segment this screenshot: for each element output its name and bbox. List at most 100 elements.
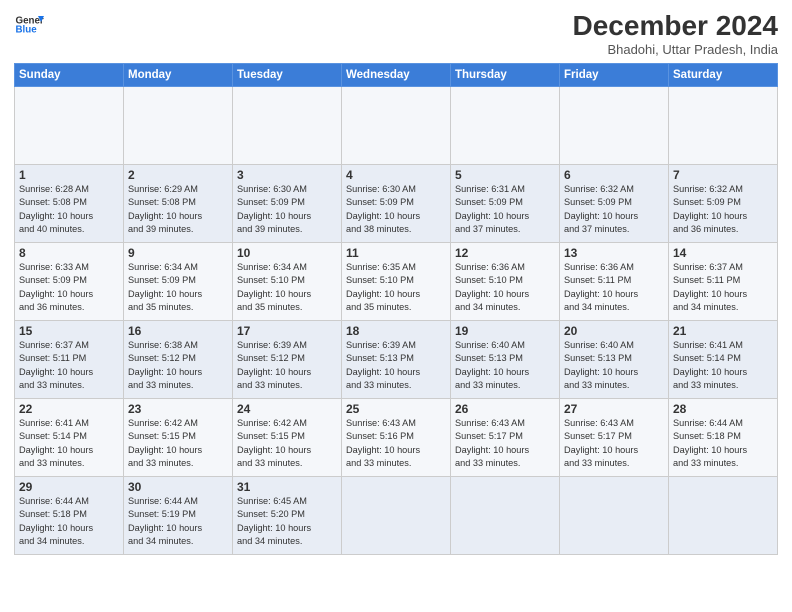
day-number: 18 [346, 324, 446, 338]
day-number: 24 [237, 402, 337, 416]
day-cell: 12Sunrise: 6:36 AMSunset: 5:10 PMDayligh… [451, 243, 560, 321]
day-cell: 2Sunrise: 6:29 AMSunset: 5:08 PMDaylight… [124, 165, 233, 243]
day-cell [233, 87, 342, 165]
day-number: 20 [564, 324, 664, 338]
day-cell: 24Sunrise: 6:42 AMSunset: 5:15 PMDayligh… [233, 399, 342, 477]
day-cell: 30Sunrise: 6:44 AMSunset: 5:19 PMDayligh… [124, 477, 233, 555]
col-header-monday: Monday [124, 64, 233, 87]
day-info: Sunrise: 6:30 AMSunset: 5:09 PMDaylight:… [237, 183, 337, 236]
logo-icon: General Blue [14, 10, 44, 40]
week-row-6: 29Sunrise: 6:44 AMSunset: 5:18 PMDayligh… [15, 477, 778, 555]
col-header-friday: Friday [560, 64, 669, 87]
day-info: Sunrise: 6:37 AMSunset: 5:11 PMDaylight:… [673, 261, 773, 314]
day-number: 4 [346, 168, 446, 182]
day-info: Sunrise: 6:43 AMSunset: 5:17 PMDaylight:… [564, 417, 664, 470]
day-number: 3 [237, 168, 337, 182]
day-number: 10 [237, 246, 337, 260]
title-area: December 2024 Bhadohi, Uttar Pradesh, In… [573, 10, 778, 57]
day-info: Sunrise: 6:45 AMSunset: 5:20 PMDaylight:… [237, 495, 337, 548]
day-number: 6 [564, 168, 664, 182]
day-number: 21 [673, 324, 773, 338]
week-row-1 [15, 87, 778, 165]
day-info: Sunrise: 6:43 AMSunset: 5:16 PMDaylight:… [346, 417, 446, 470]
day-info: Sunrise: 6:28 AMSunset: 5:08 PMDaylight:… [19, 183, 119, 236]
day-cell: 28Sunrise: 6:44 AMSunset: 5:18 PMDayligh… [669, 399, 778, 477]
day-cell: 26Sunrise: 6:43 AMSunset: 5:17 PMDayligh… [451, 399, 560, 477]
day-number: 16 [128, 324, 228, 338]
day-info: Sunrise: 6:39 AMSunset: 5:12 PMDaylight:… [237, 339, 337, 392]
day-number: 27 [564, 402, 664, 416]
day-info: Sunrise: 6:33 AMSunset: 5:09 PMDaylight:… [19, 261, 119, 314]
day-cell: 23Sunrise: 6:42 AMSunset: 5:15 PMDayligh… [124, 399, 233, 477]
day-info: Sunrise: 6:34 AMSunset: 5:09 PMDaylight:… [128, 261, 228, 314]
day-cell: 1Sunrise: 6:28 AMSunset: 5:08 PMDaylight… [15, 165, 124, 243]
day-info: Sunrise: 6:30 AMSunset: 5:09 PMDaylight:… [346, 183, 446, 236]
day-number: 17 [237, 324, 337, 338]
day-cell: 8Sunrise: 6:33 AMSunset: 5:09 PMDaylight… [15, 243, 124, 321]
day-cell: 31Sunrise: 6:45 AMSunset: 5:20 PMDayligh… [233, 477, 342, 555]
day-cell: 25Sunrise: 6:43 AMSunset: 5:16 PMDayligh… [342, 399, 451, 477]
day-cell: 18Sunrise: 6:39 AMSunset: 5:13 PMDayligh… [342, 321, 451, 399]
day-number: 2 [128, 168, 228, 182]
day-cell: 16Sunrise: 6:38 AMSunset: 5:12 PMDayligh… [124, 321, 233, 399]
day-info: Sunrise: 6:44 AMSunset: 5:18 PMDaylight:… [673, 417, 773, 470]
day-cell [669, 477, 778, 555]
day-cell: 7Sunrise: 6:32 AMSunset: 5:09 PMDaylight… [669, 165, 778, 243]
day-number: 19 [455, 324, 555, 338]
logo: General Blue [14, 10, 44, 40]
col-header-sunday: Sunday [15, 64, 124, 87]
day-cell: 22Sunrise: 6:41 AMSunset: 5:14 PMDayligh… [15, 399, 124, 477]
col-header-saturday: Saturday [669, 64, 778, 87]
week-row-2: 1Sunrise: 6:28 AMSunset: 5:08 PMDaylight… [15, 165, 778, 243]
day-cell [560, 87, 669, 165]
day-info: Sunrise: 6:36 AMSunset: 5:10 PMDaylight:… [455, 261, 555, 314]
day-number: 1 [19, 168, 119, 182]
week-row-4: 15Sunrise: 6:37 AMSunset: 5:11 PMDayligh… [15, 321, 778, 399]
day-info: Sunrise: 6:32 AMSunset: 5:09 PMDaylight:… [673, 183, 773, 236]
day-cell: 20Sunrise: 6:40 AMSunset: 5:13 PMDayligh… [560, 321, 669, 399]
day-info: Sunrise: 6:36 AMSunset: 5:11 PMDaylight:… [564, 261, 664, 314]
day-number: 14 [673, 246, 773, 260]
day-cell [451, 87, 560, 165]
day-info: Sunrise: 6:40 AMSunset: 5:13 PMDaylight:… [564, 339, 664, 392]
day-cell [342, 477, 451, 555]
week-row-5: 22Sunrise: 6:41 AMSunset: 5:14 PMDayligh… [15, 399, 778, 477]
day-info: Sunrise: 6:44 AMSunset: 5:18 PMDaylight:… [19, 495, 119, 548]
day-cell: 19Sunrise: 6:40 AMSunset: 5:13 PMDayligh… [451, 321, 560, 399]
day-info: Sunrise: 6:40 AMSunset: 5:13 PMDaylight:… [455, 339, 555, 392]
svg-text:Blue: Blue [16, 25, 38, 36]
day-info: Sunrise: 6:29 AMSunset: 5:08 PMDaylight:… [128, 183, 228, 236]
day-cell [342, 87, 451, 165]
day-cell: 29Sunrise: 6:44 AMSunset: 5:18 PMDayligh… [15, 477, 124, 555]
day-number: 7 [673, 168, 773, 182]
day-cell: 17Sunrise: 6:39 AMSunset: 5:12 PMDayligh… [233, 321, 342, 399]
day-cell: 14Sunrise: 6:37 AMSunset: 5:11 PMDayligh… [669, 243, 778, 321]
day-cell: 9Sunrise: 6:34 AMSunset: 5:09 PMDaylight… [124, 243, 233, 321]
day-info: Sunrise: 6:39 AMSunset: 5:13 PMDaylight:… [346, 339, 446, 392]
day-number: 15 [19, 324, 119, 338]
col-header-wednesday: Wednesday [342, 64, 451, 87]
day-number: 11 [346, 246, 446, 260]
day-info: Sunrise: 6:41 AMSunset: 5:14 PMDaylight:… [673, 339, 773, 392]
day-cell: 10Sunrise: 6:34 AMSunset: 5:10 PMDayligh… [233, 243, 342, 321]
day-info: Sunrise: 6:43 AMSunset: 5:17 PMDaylight:… [455, 417, 555, 470]
day-info: Sunrise: 6:34 AMSunset: 5:10 PMDaylight:… [237, 261, 337, 314]
day-cell: 21Sunrise: 6:41 AMSunset: 5:14 PMDayligh… [669, 321, 778, 399]
day-number: 26 [455, 402, 555, 416]
calendar-table: SundayMondayTuesdayWednesdayThursdayFrid… [14, 63, 778, 555]
day-number: 5 [455, 168, 555, 182]
col-header-thursday: Thursday [451, 64, 560, 87]
col-header-tuesday: Tuesday [233, 64, 342, 87]
day-info: Sunrise: 6:42 AMSunset: 5:15 PMDaylight:… [128, 417, 228, 470]
day-cell: 3Sunrise: 6:30 AMSunset: 5:09 PMDaylight… [233, 165, 342, 243]
day-number: 30 [128, 480, 228, 494]
day-cell: 13Sunrise: 6:36 AMSunset: 5:11 PMDayligh… [560, 243, 669, 321]
day-number: 29 [19, 480, 119, 494]
day-info: Sunrise: 6:31 AMSunset: 5:09 PMDaylight:… [455, 183, 555, 236]
day-number: 9 [128, 246, 228, 260]
calendar-container: General Blue December 2024 Bhadohi, Utta… [0, 0, 792, 612]
day-number: 31 [237, 480, 337, 494]
day-number: 23 [128, 402, 228, 416]
day-cell [124, 87, 233, 165]
day-info: Sunrise: 6:44 AMSunset: 5:19 PMDaylight:… [128, 495, 228, 548]
